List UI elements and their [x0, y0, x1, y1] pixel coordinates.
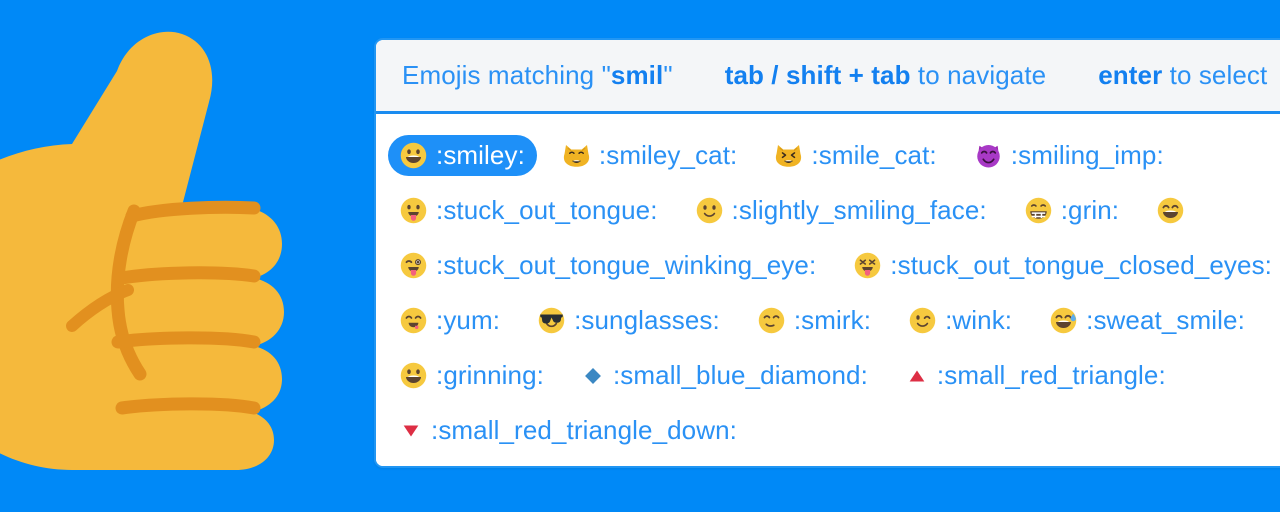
emoji-option-slightly_smiling_face[interactable]: :slightly_smiling_face:: [684, 190, 999, 231]
emoji-option-sweat_smile[interactable]: :sweat_smile:: [1038, 300, 1257, 341]
emoji-option-grin[interactable]: :grin:: [1013, 190, 1131, 231]
emoji-row: :yum: :sunglasses: :smirk: :wink: :sweat_smi…: [388, 293, 1280, 348]
slightly_smiling_face-icon: [696, 197, 723, 224]
emoji-option-label: :smiley:: [436, 140, 525, 170]
quote-open: ": [601, 60, 611, 90]
emoji-option-label: :stuck_out_tongue:: [436, 195, 658, 225]
emoji-option-stuck_out_tongue_closed_eyes[interactable]: :stuck_out_tongue_closed_eyes:: [842, 245, 1280, 286]
emoji-option-smirk[interactable]: :smirk:: [746, 300, 883, 341]
emoji-option-stuck_out_tongue[interactable]: :stuck_out_tongue:: [388, 190, 670, 231]
yum-icon: [400, 307, 427, 334]
sweat_smile-icon: [1050, 307, 1077, 334]
search-query: smil: [610, 60, 664, 90]
emoji-option-label: :grin:: [1060, 195, 1120, 225]
emoji-option-small_red_triangle[interactable]: :small_red_triangle:: [894, 355, 1178, 396]
emoji-option-label: :smirk:: [793, 305, 872, 335]
emoji-option-label: :yum:: [436, 305, 501, 335]
emoji-option-label: :sunglasses:: [574, 305, 720, 335]
navigate-keys: tab / shift + tab: [724, 60, 911, 90]
screen: Emojis matching "smil" tab / shift + tab…: [0, 0, 1280, 512]
emoji-option-label: :slightly_smiling_face:: [731, 195, 987, 225]
emoji-row: :smiley: :smiley_cat: :smile_cat: :smiling_…: [388, 128, 1280, 183]
smiling_imp-icon: [975, 142, 1002, 169]
emoji-option-grinning[interactable]: :grinning:: [388, 355, 556, 396]
smiley_cat-icon: [563, 142, 590, 169]
emoji-option-label: :small_red_triangle:: [936, 360, 1166, 390]
select-hint-text: to select: [1162, 60, 1268, 90]
thumbs-up-icon: [0, 26, 332, 476]
emoji-option-label: :small_red_triangle_down:: [431, 415, 738, 445]
emoji-row: :grinning: :small_blue_diamond: :small_red…: [388, 348, 1280, 403]
small_blue_diamond-icon: [582, 365, 604, 387]
emoji-option-wink[interactable]: :wink:: [897, 300, 1024, 341]
grinning-icon: [400, 362, 427, 389]
smirk-icon: [758, 307, 785, 334]
navigate-hint: tab / shift + tab to navigate: [725, 60, 1047, 91]
emoji-row: :small_red_triangle_down:: [388, 403, 1280, 458]
emoji-option-smiling_imp[interactable]: :smiling_imp:: [963, 135, 1176, 176]
emoji-option-label: :small_blue_diamond:: [612, 360, 868, 390]
select-key: enter: [1098, 60, 1163, 90]
emoji-option-label: :grinning:: [436, 360, 544, 390]
emoji-option-smiley[interactable]: :smiley:: [388, 135, 537, 176]
stuck_out_tongue_winking_eye-icon: [400, 252, 427, 279]
smile_cat-icon: [775, 142, 802, 169]
emoji-option-stuck_out_tongue_winking_eye[interactable]: :stuck_out_tongue_winking_eye:: [388, 245, 828, 286]
emoji-option-smile[interactable]: [1145, 192, 1205, 229]
stuck_out_tongue_closed_eyes-icon: [854, 252, 881, 279]
grin-icon: [1025, 197, 1052, 224]
emoji-option-label: :smile_cat:: [811, 140, 937, 170]
matching-prefix: Emojis matching: [402, 60, 602, 90]
quote-close: ": [663, 60, 673, 90]
small_red_triangle_down-icon: [400, 420, 422, 442]
emoji-option-sunglasses[interactable]: :sunglasses:: [526, 300, 732, 341]
emoji-option-label: :smiling_imp:: [1010, 140, 1164, 170]
smiley-icon: [400, 142, 427, 169]
emoji-option-smile_cat[interactable]: :smile_cat:: [763, 135, 948, 176]
smile-icon: [1157, 197, 1184, 224]
emoji-option-smiley_cat[interactable]: :smiley_cat:: [551, 135, 749, 176]
emoji-option-label: :stuck_out_tongue_winking_eye:: [436, 250, 817, 280]
emoji-panel-header: Emojis matching "smil" tab / shift + tab…: [376, 40, 1280, 114]
matching-hint: Emojis matching "smil": [402, 60, 673, 91]
emoji-row: :stuck_out_tongue_winking_eye: :stuck_out…: [388, 238, 1280, 293]
emoji-option-label: :smiley_cat:: [598, 140, 738, 170]
stuck_out_tongue-icon: [400, 197, 427, 224]
emoji-option-label: :sweat_smile:: [1086, 305, 1245, 335]
emoji-option-label: :stuck_out_tongue_closed_eyes:: [890, 250, 1272, 280]
emoji-option-label: :wink:: [945, 305, 1013, 335]
select-hint: enter to select: [1098, 60, 1267, 91]
navigate-hint-text: to navigate: [910, 60, 1047, 90]
small_red_triangle-icon: [906, 365, 928, 387]
emoji-row: :stuck_out_tongue: :slightly_smiling_face…: [388, 183, 1280, 238]
emoji-autocomplete-panel: Emojis matching "smil" tab / shift + tab…: [374, 38, 1280, 468]
wink-icon: [909, 307, 936, 334]
emoji-option-small_blue_diamond[interactable]: :small_blue_diamond:: [570, 355, 880, 396]
sunglasses-icon: [538, 307, 565, 334]
emoji-option-yum[interactable]: :yum:: [388, 300, 512, 341]
emoji-option-small_red_triangle_down[interactable]: :small_red_triangle_down:: [388, 410, 749, 451]
emoji-results-list: :smiley: :smiley_cat: :smile_cat: :smiling_…: [376, 114, 1280, 466]
